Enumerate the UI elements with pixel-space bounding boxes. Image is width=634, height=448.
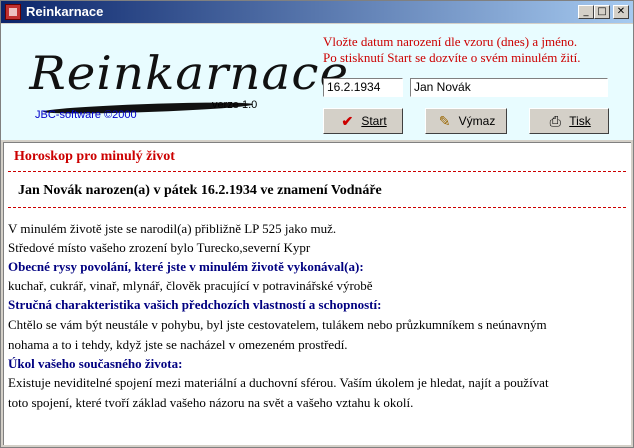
divider-bottom xyxy=(8,207,626,208)
window-title: Reinkarnace xyxy=(26,4,104,19)
name-input[interactable]: Jan Novák xyxy=(410,78,608,97)
text-line: Středové místo vašeho zrození bylo Turec… xyxy=(8,240,311,255)
eraser-icon: ✎ xyxy=(438,113,451,129)
printer-icon: ⎙ xyxy=(549,113,561,129)
divider-top xyxy=(8,171,626,172)
header-panel: Reinkarnace verze 1.0 JBC-software ©2000… xyxy=(1,24,633,140)
clear-button[interactable]: ✎ Výmaz xyxy=(425,108,507,134)
start-button-label: Start xyxy=(361,114,387,128)
text-line: Existuje neviditelné spojení mezi materi… xyxy=(8,375,549,390)
section-heading: Stručná charakteristika vašich předchozí… xyxy=(8,297,382,312)
instructions: Vložte datum narození dle vzoru (dnes) a… xyxy=(323,34,623,66)
version-label: verze 1.0 xyxy=(212,99,258,111)
person-line: Jan Novák narozen(a) v pátek 16.2.1934 v… xyxy=(18,183,382,198)
print-button-label: Tisk xyxy=(569,114,591,128)
title-bar[interactable]: Reinkarnace _ □ ✕ xyxy=(1,1,633,23)
section-heading: Obecné rysy povolání, které jste v minul… xyxy=(8,259,364,274)
instruction-line-2: Po stisknutí Start se dozvíte o svém min… xyxy=(323,50,581,65)
close-button[interactable]: ✕ xyxy=(613,5,629,19)
clear-button-label: Výmaz xyxy=(458,114,496,128)
app-window: Reinkarnace _ □ ✕ Reinkarnace verze 1.0 … xyxy=(0,0,634,448)
section-heading: Úkol vašeho současného života: xyxy=(8,356,183,371)
text-line: V minulém životě jste se narodil(a) přib… xyxy=(8,221,337,236)
text-line: nohama a to i tehdy, když jste se nacház… xyxy=(8,337,348,352)
maximize-button[interactable]: □ xyxy=(594,5,610,19)
birthdate-input[interactable]: 16.2.1934 xyxy=(323,78,403,97)
horoscope-output[interactable]: Horoskop pro minulý život Jan Novák naro… xyxy=(3,142,631,445)
app-icon xyxy=(5,4,21,20)
text-line: Chtělo se vám být neustále v pohybu, byl… xyxy=(8,317,547,332)
text-line: kuchař, cukrář, vinař, mlynář, člověk pr… xyxy=(8,278,373,293)
copyright-label: JBC-software ©2000 xyxy=(35,109,137,121)
start-button[interactable]: ✔ Start xyxy=(323,108,403,134)
instruction-line-1: Vložte datum narození dle vzoru (dnes) a… xyxy=(323,34,578,49)
print-button[interactable]: ⎙ Tisk xyxy=(529,108,609,134)
logo: Reinkarnace xyxy=(29,46,350,100)
text-line: toto spojení, které tvoří základ vašeho … xyxy=(8,395,414,410)
horoscope-title: Horoskop pro minulý život xyxy=(14,149,175,164)
minimize-button[interactable]: _ xyxy=(578,5,594,19)
checkmark-icon: ✔ xyxy=(341,113,354,129)
